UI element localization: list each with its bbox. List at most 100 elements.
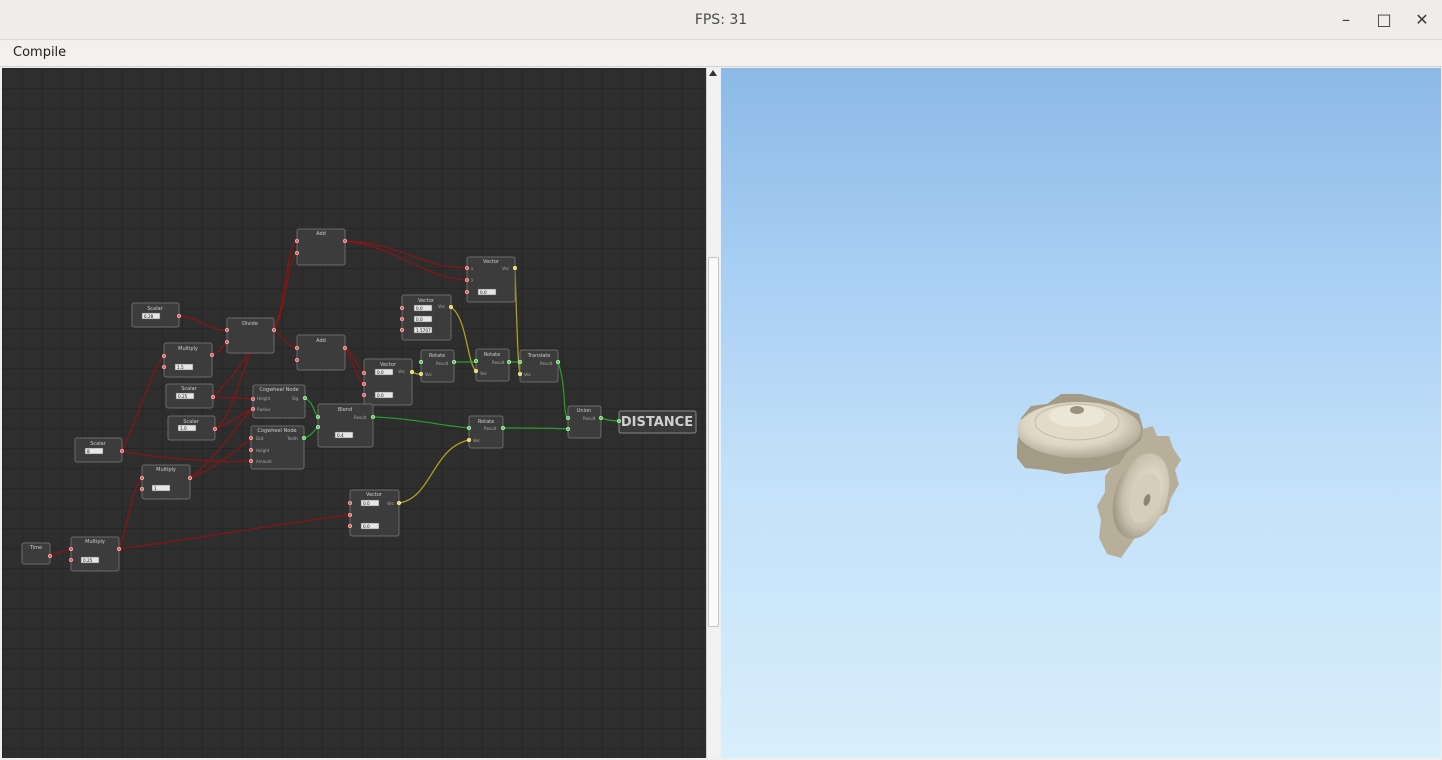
port[interactable] (399, 305, 404, 310)
port[interactable] (224, 327, 229, 332)
port[interactable] (370, 414, 375, 419)
port-label: Result (354, 415, 367, 420)
port[interactable] (248, 447, 253, 452)
scroll-up-arrow-icon[interactable] (709, 70, 717, 76)
port[interactable] (556, 359, 561, 364)
port[interactable] (210, 394, 215, 399)
port[interactable] (117, 546, 122, 551)
port[interactable] (361, 392, 366, 397)
port[interactable] (294, 238, 299, 243)
node-graph-editor[interactable]: Add Vector Scalar Divide Vector Multiply… (2, 68, 706, 758)
port-label: Height (257, 396, 271, 401)
port[interactable] (566, 415, 571, 420)
node-title: Scalar (147, 306, 163, 312)
port[interactable] (396, 500, 401, 505)
value-text: 0.0 (480, 290, 487, 295)
scroll-thumb[interactable] (708, 257, 719, 627)
port[interactable] (399, 316, 404, 321)
node-title: Add (316, 338, 326, 344)
port[interactable] (566, 426, 571, 431)
wire (557, 361, 569, 419)
node-title: Vector (366, 492, 383, 498)
port[interactable] (451, 359, 456, 364)
port[interactable] (250, 406, 255, 411)
wire (514, 267, 521, 375)
value-text: 0.0 (416, 317, 423, 322)
port[interactable] (500, 425, 505, 430)
node-title: Union (577, 408, 591, 414)
port-label: Vec (438, 304, 445, 309)
port-label: Vec (387, 501, 394, 506)
value-text: 8 (87, 449, 90, 454)
port[interactable] (69, 557, 74, 562)
port[interactable] (48, 553, 53, 558)
value-text: 1.0 (180, 426, 187, 431)
port[interactable] (473, 358, 478, 363)
port[interactable] (248, 458, 253, 463)
port[interactable] (187, 475, 192, 480)
port-label: Vec (425, 372, 432, 377)
port[interactable] (399, 327, 404, 332)
port[interactable] (448, 304, 453, 309)
minimize-icon[interactable]: – (1334, 8, 1358, 32)
port[interactable] (342, 345, 347, 350)
port[interactable] (248, 435, 253, 440)
port[interactable] (301, 435, 306, 440)
port[interactable] (347, 512, 352, 517)
node-title: Multiply (178, 346, 198, 352)
port[interactable] (69, 546, 74, 551)
port-label: Dist (256, 436, 264, 441)
menu-compile[interactable]: Compile (13, 45, 66, 60)
port[interactable] (599, 415, 604, 420)
port[interactable] (361, 370, 366, 375)
close-icon[interactable]: ✕ (1410, 8, 1434, 32)
port[interactable] (212, 426, 217, 431)
port[interactable] (464, 289, 469, 294)
port[interactable] (518, 371, 523, 376)
port[interactable] (271, 327, 276, 332)
port[interactable] (139, 475, 144, 480)
port[interactable] (161, 353, 166, 358)
port[interactable] (250, 396, 255, 401)
port[interactable] (302, 395, 307, 400)
render-viewport[interactable] (721, 68, 1441, 758)
port[interactable] (161, 364, 166, 369)
port[interactable] (466, 437, 471, 442)
port[interactable] (418, 359, 423, 364)
port[interactable] (315, 424, 320, 429)
node-title: Vector (483, 259, 500, 265)
node-title: Divide (242, 321, 258, 327)
port[interactable] (464, 277, 469, 282)
port[interactable] (342, 238, 347, 243)
node-graph-canvas[interactable]: Add Vector Scalar Divide Vector Multiply… (2, 68, 706, 758)
port[interactable] (120, 448, 125, 453)
port[interactable] (139, 486, 144, 491)
port[interactable] (361, 381, 366, 386)
value-text: 0.4 (337, 433, 344, 438)
wire (273, 240, 298, 331)
node-title: Blend (338, 407, 352, 413)
editor-scrollbar[interactable] (706, 68, 720, 758)
node-title: Rotate (429, 353, 445, 359)
port-label: Vec (398, 369, 405, 374)
wire (189, 437, 254, 479)
port[interactable] (347, 523, 352, 528)
port[interactable] (209, 352, 214, 357)
maximize-icon[interactable]: □ (1372, 8, 1396, 32)
port[interactable] (176, 313, 181, 318)
port[interactable] (512, 265, 517, 270)
port[interactable] (464, 265, 469, 270)
port[interactable] (315, 414, 320, 419)
port[interactable] (506, 359, 511, 364)
port[interactable] (294, 357, 299, 362)
port[interactable] (224, 339, 229, 344)
wire (118, 477, 143, 550)
port[interactable] (418, 371, 423, 376)
port[interactable] (294, 345, 299, 350)
port[interactable] (409, 369, 414, 374)
port[interactable] (473, 368, 478, 373)
port[interactable] (294, 250, 299, 255)
port[interactable] (518, 359, 523, 364)
port[interactable] (466, 425, 471, 430)
port[interactable] (347, 500, 352, 505)
